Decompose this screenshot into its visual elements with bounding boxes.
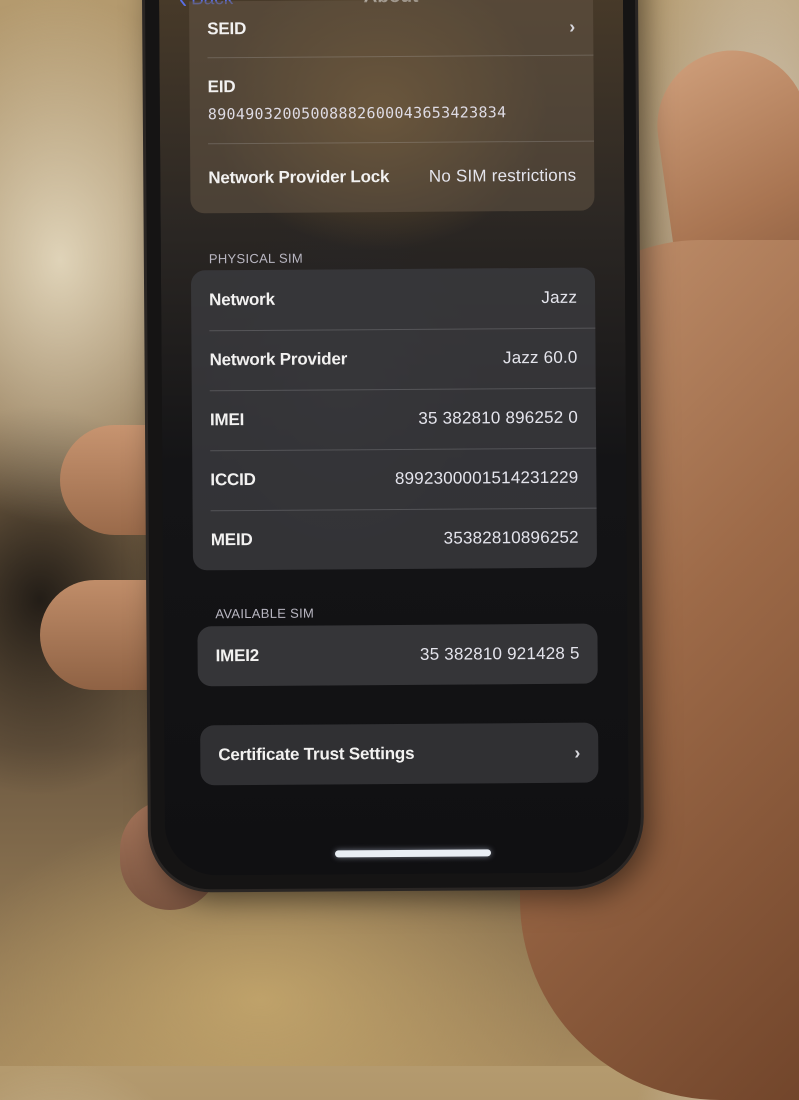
row-label: Network [209, 289, 275, 310]
row-label: MEID [210, 529, 253, 550]
iccid-row: ICCID 8992300001514231229 [192, 448, 596, 511]
row-value: 35 382810 896252 0 [418, 407, 579, 428]
network-provider-lock-value: No SIM restrictions [428, 165, 577, 186]
eid-row: EID 89049032005008882600043653423834 [189, 55, 594, 144]
row-label: Network Provider [209, 349, 348, 370]
row-value: 8992300001514231229 [394, 467, 579, 488]
row-value: Jazz 60.0 [502, 347, 578, 368]
home-indicator[interactable] [334, 849, 492, 858]
imei2-row: IMEI2 35 382810 921428 5 [197, 624, 597, 687]
imei-row: IMEI 35 382810 896252 0 [192, 388, 596, 451]
row-value: Jazz [541, 287, 578, 307]
chevron-right-icon: › [574, 742, 581, 763]
network-provider-lock-label: Network Provider Lock [208, 167, 390, 188]
eid-value: 89049032005008882600043653423834 [207, 103, 507, 124]
about-screen: ‹ Back About SEID › EID 8904903200500888… [158, 0, 630, 876]
meid-row: MEID 35382810896252 [193, 508, 597, 571]
certificate-trust-settings-label: Certificate Trust Settings [218, 743, 415, 765]
physical-sim-group: Network Jazz Network Provider Jazz 60.0 … [190, 267, 598, 571]
available-sim-group: IMEI2 35 382810 921428 5 [197, 623, 598, 687]
device-info-group: SEID › EID 89049032005008882600043653423… [189, 0, 595, 214]
physical-sim-header: PHYSICAL SIM [208, 250, 304, 267]
row-value: 35 382810 921428 5 [419, 643, 580, 664]
row-label: ICCID [210, 469, 256, 490]
certificate-trust-settings-row[interactable]: Certificate Trust Settings › [200, 723, 598, 786]
network-provider-lock-row: Network Provider Lock No SIM restriction… [190, 141, 594, 214]
eid-label: EID [207, 77, 236, 97]
network-row: Network Jazz [191, 268, 595, 331]
network-provider-row: Network Provider Jazz 60.0 [191, 328, 595, 391]
chevron-right-icon: › [569, 16, 576, 37]
certificate-trust-group: Certificate Trust Settings › [200, 722, 599, 786]
seid-label: SEID [207, 19, 247, 39]
row-label: IMEI [209, 410, 245, 430]
seid-row[interactable]: SEID › [189, 0, 593, 57]
available-sim-header: AVAILABLE SIM [215, 605, 315, 622]
row-value: 35382810896252 [443, 527, 579, 548]
phone-device: ‹ Back About SEID › EID 8904903200500888… [144, 0, 642, 890]
row-label: IMEI2 [215, 645, 260, 666]
